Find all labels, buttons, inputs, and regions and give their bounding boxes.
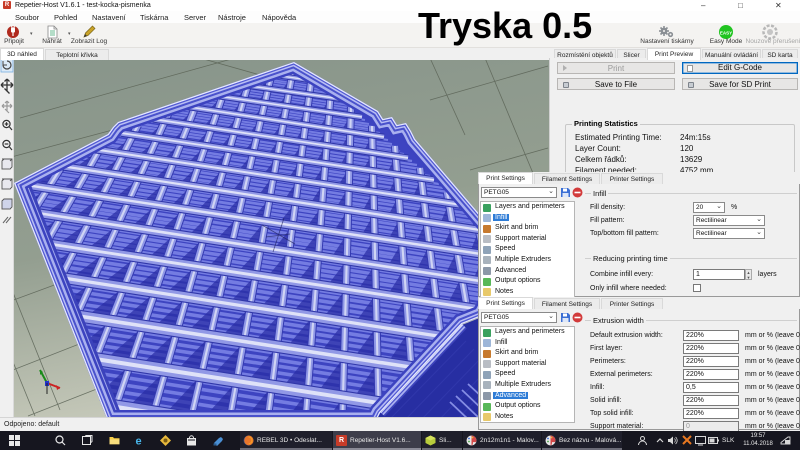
svg-text:e: e: [135, 436, 141, 447]
svg-text:EASY: EASY: [720, 31, 732, 36]
